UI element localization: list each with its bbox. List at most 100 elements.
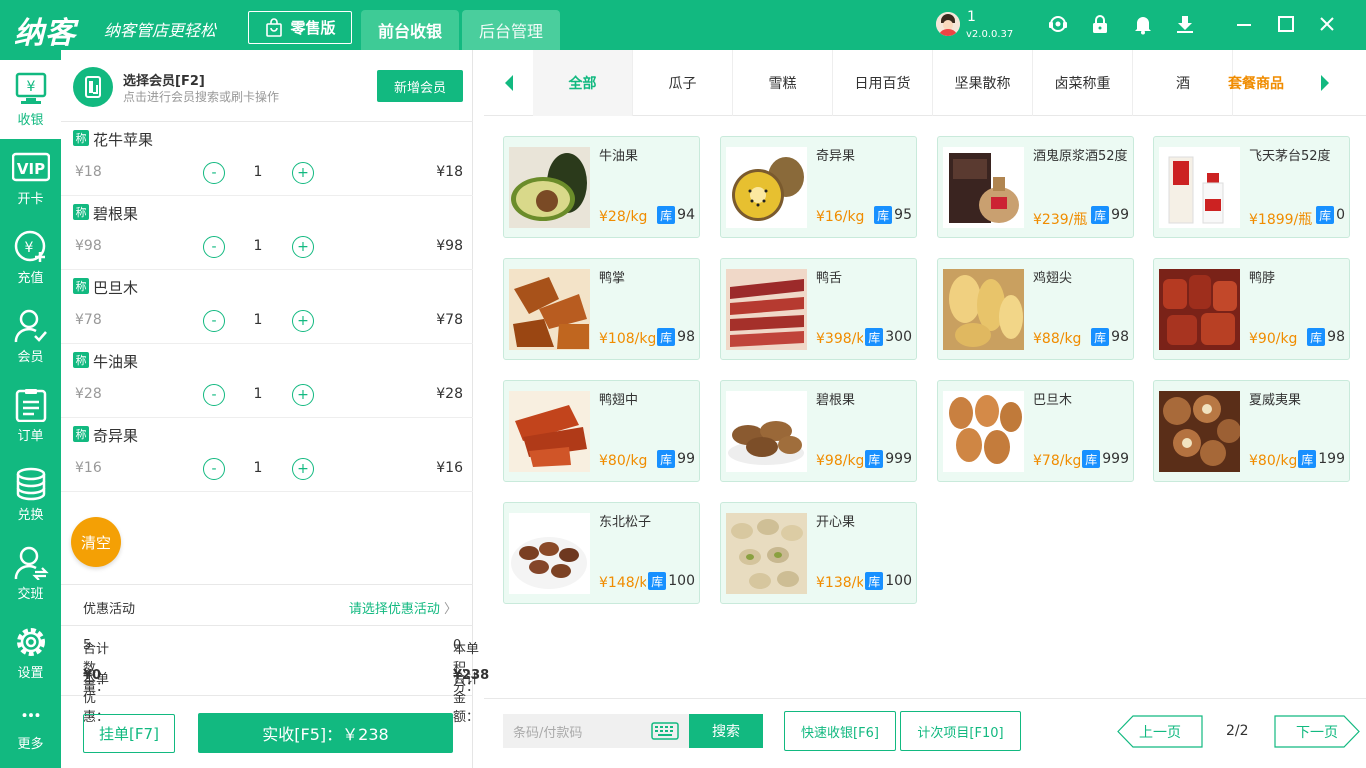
sidebar-item-handover[interactable]: 交班 (0, 534, 61, 613)
promotion-select[interactable]: 请选择优惠活动 〉 (349, 598, 457, 617)
sidebar-item-open-card[interactable]: VIP 开卡 (0, 139, 61, 218)
stock-value: 100 (668, 573, 695, 589)
bell-icon[interactable] (1132, 13, 1154, 35)
category-tab[interactable]: 坚果散称 (933, 50, 1033, 116)
pay-button[interactable]: 实收[F5]：￥238 (198, 713, 453, 753)
category-tab[interactable]: 套餐商品 (1206, 50, 1306, 116)
category-tab[interactable]: 瓜子 (633, 50, 733, 116)
product-card[interactable]: 巴旦木 ¥78/kg 库 999 (937, 380, 1134, 482)
tab-front-cashier[interactable]: 前台收银 (361, 10, 459, 50)
product-card[interactable]: 奇异果 ¥16/kg 库 95 (720, 136, 917, 238)
product-price: ¥108/kg (599, 331, 657, 347)
cart-item-qty[interactable]: 1 (248, 386, 268, 402)
product-name: 鸭掌 (599, 271, 626, 286)
maximize-icon[interactable] (1275, 13, 1297, 35)
avatar[interactable] (936, 12, 960, 36)
product-card[interactable]: 碧根果 ¥98/kg 库 999 (720, 380, 917, 482)
sidebar-item-order[interactable]: 订单 (0, 376, 61, 455)
edition-label: 零售版 (290, 19, 336, 37)
clear-cart-button[interactable]: 清空 (71, 517, 121, 567)
cart-item-qty[interactable]: 1 (248, 312, 268, 328)
cart-item[interactable]: 称 巴旦木 ¥78 - 1 + ¥78 (61, 270, 473, 344)
sidebar-item-recharge[interactable]: ¥ 充值 (0, 218, 61, 297)
increase-qty-button[interactable]: + (292, 310, 314, 332)
sidebar-item-exchange[interactable]: 兑换 (0, 455, 61, 534)
increase-qty-button[interactable]: + (292, 162, 314, 184)
increase-qty-button[interactable]: + (292, 458, 314, 480)
category-tab[interactable]: 雪糕 (733, 50, 833, 116)
member-select[interactable]: 选择会员[F2] 点击进行会员搜索或刷卡操作 新增会员 (61, 50, 473, 122)
cart-item-qty[interactable]: 1 (248, 238, 268, 254)
product-card[interactable]: 鸭脖 ¥90/kg 库 98 (1153, 258, 1350, 360)
product-stock: 库 100 (863, 572, 912, 590)
product-name: 碧根果 (816, 393, 856, 408)
product-name: 开心果 (816, 515, 856, 530)
product-card[interactable]: 开心果 ¥138/kg 库 100 (720, 502, 917, 604)
category-tab[interactable]: 全部 (533, 50, 633, 116)
count-items-button[interactable]: 计次项目[F10] (900, 711, 1021, 751)
decrease-qty-button[interactable]: - (203, 310, 225, 332)
cart-item-total: ¥78 (436, 312, 463, 328)
product-card[interactable]: 鸭掌 ¥108/kg 库 98 (503, 258, 700, 360)
stock-value: 199 (1318, 451, 1345, 467)
cart-item[interactable]: 称 花牛苹果 ¥18 - 1 + ¥18 (61, 122, 473, 196)
cart-item-total: ¥16 (436, 460, 463, 476)
product-price: ¥16/kg (816, 209, 865, 225)
increase-qty-button[interactable]: + (292, 236, 314, 258)
category-tab[interactable]: 日用百货 (833, 50, 933, 116)
close-icon[interactable] (1316, 13, 1338, 35)
next-page-button[interactable]: 下一页 (1274, 715, 1360, 748)
keyboard-icon[interactable] (651, 722, 679, 740)
svg-text:VIP: VIP (16, 160, 44, 178)
decrease-qty-button[interactable]: - (203, 162, 225, 184)
edition-button[interactable]: 零售版 (248, 11, 352, 44)
decrease-qty-button[interactable]: - (203, 384, 225, 406)
cart-item-qty[interactable]: 1 (248, 164, 268, 180)
sidebar-item-member[interactable]: 会员 (0, 297, 61, 376)
cart-item-qty[interactable]: 1 (248, 460, 268, 476)
product-card[interactable]: 鸭舌 ¥398/kg 库 300 (720, 258, 917, 360)
tab-backend-admin[interactable]: 后台管理 (462, 10, 560, 50)
promotion-row[interactable]: 优惠活动 请选择优惠活动 〉 (61, 584, 473, 626)
stock-badge: 库 (648, 572, 667, 590)
product-name: 牛油果 (599, 149, 639, 164)
cart-item-name: 巴旦木 (93, 279, 139, 297)
cart-item[interactable]: 称 奇异果 ¥16 - 1 + ¥16 (61, 418, 473, 492)
sidebar-item-more[interactable]: 更多 (0, 692, 61, 768)
increase-qty-button[interactable]: + (292, 384, 314, 406)
product-card[interactable]: 酒鬼原浆酒52度 ¥239/瓶 库 99 (937, 136, 1134, 238)
cart-item[interactable]: 称 碧根果 ¥98 - 1 + ¥98 (61, 196, 473, 270)
decrease-qty-button[interactable]: - (203, 236, 225, 258)
promotion-select-label: 请选择优惠活动 (348, 602, 440, 617)
app-logo: 纳客 (14, 16, 76, 51)
product-stock: 库 300 (863, 328, 912, 346)
product-card[interactable]: 东北松子 ¥148/kg 库 100 (503, 502, 700, 604)
category-next-button[interactable] (1300, 50, 1349, 116)
download-icon[interactable] (1174, 13, 1196, 35)
category-prev-button[interactable] (484, 50, 533, 116)
exchange-icon (16, 467, 45, 500)
product-name: 夏威夷果 (1249, 393, 1302, 408)
caret-right-icon (1320, 75, 1329, 91)
sidebar-item-settings[interactable]: 设置 (0, 613, 61, 692)
lock-icon[interactable] (1089, 13, 1111, 35)
product-card[interactable]: 夏威夷果 ¥80/kg 库 199 (1153, 380, 1350, 482)
search-button[interactable]: 搜索 (689, 714, 763, 748)
decrease-qty-button[interactable]: - (203, 458, 225, 480)
stock-value: 99 (677, 451, 695, 467)
product-card[interactable]: 鸡翅尖 ¥88/kg 库 98 (937, 258, 1134, 360)
quick-cashier-button[interactable]: 快速收银[F6] (784, 711, 896, 751)
cart-item[interactable]: 称 牛油果 ¥28 - 1 + ¥28 (61, 344, 473, 418)
minimize-icon[interactable] (1233, 13, 1255, 35)
category-tab[interactable]: 卤菜称重 (1033, 50, 1133, 116)
sidebar-item-cashier[interactable]: ¥ 收银 (0, 60, 61, 139)
stock-badge: 库 (1307, 328, 1326, 346)
customer-service-icon[interactable] (1047, 13, 1069, 35)
weigh-badge: 称 (73, 278, 89, 294)
hold-order-button[interactable]: 挂单[F7] (83, 714, 175, 753)
product-card[interactable]: 牛油果 ¥28/kg 库 94 (503, 136, 700, 238)
add-member-button[interactable]: 新增会员 (377, 70, 463, 102)
product-card[interactable]: 鸭翅中 ¥80/kg 库 99 (503, 380, 700, 482)
product-card[interactable]: 飞天茅台52度 ¥1899/瓶 库0 (1153, 136, 1350, 238)
prev-page-button[interactable]: 上一页 (1117, 715, 1203, 748)
